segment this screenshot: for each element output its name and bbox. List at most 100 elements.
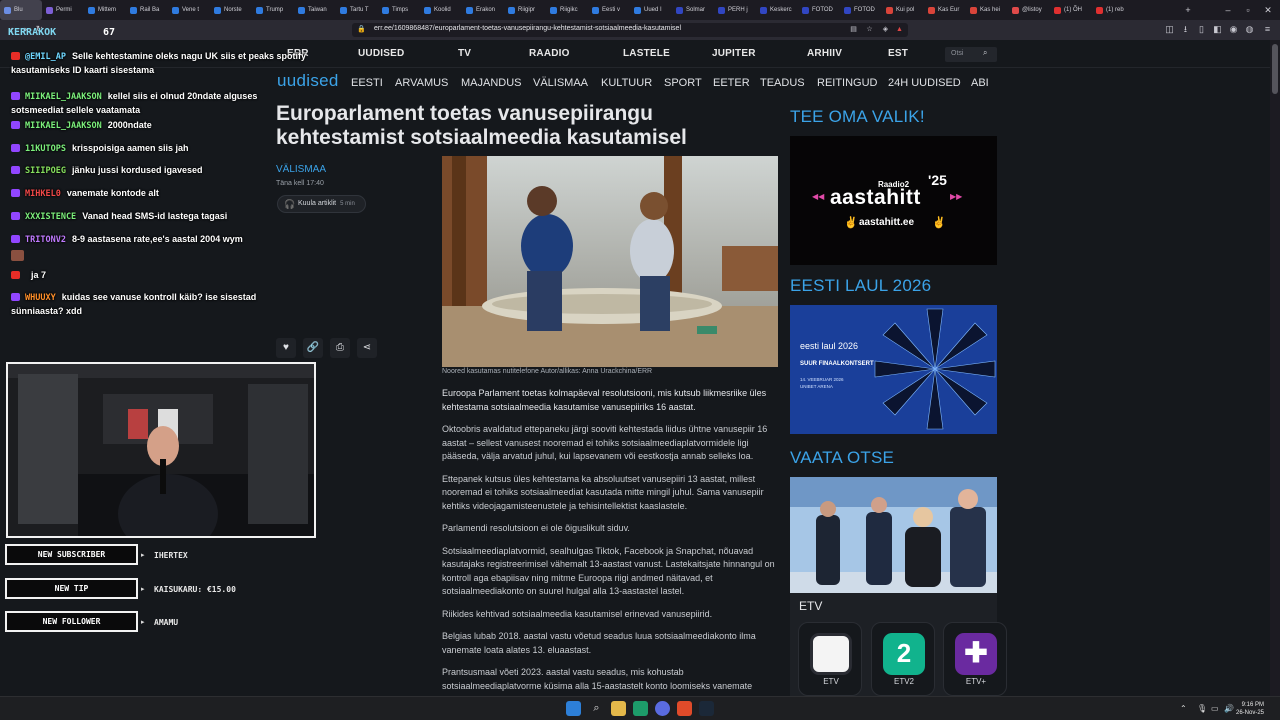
bookmark-star-icon[interactable]: ☆	[864, 24, 875, 35]
pocket-icon[interactable]: ◫	[1164, 24, 1175, 35]
browser-tab[interactable]: (1) reb	[1092, 0, 1134, 20]
browser-tab[interactable]: Uued I	[630, 0, 672, 20]
tray-arrow-icon[interactable]: ⌃	[1180, 704, 1187, 713]
search-icon[interactable]: ⌕	[589, 701, 604, 716]
browser-tab[interactable]: Keskerc	[756, 0, 798, 20]
tab-favicon-icon	[970, 6, 977, 14]
file-explorer-icon[interactable]	[611, 701, 626, 716]
browser-tab[interactable]: FOTOD	[798, 0, 840, 20]
browser-tab[interactable]: Taiwan	[294, 0, 336, 20]
tab-favicon-icon	[844, 6, 851, 14]
nav-arhiiv[interactable]: ARHIIV	[807, 48, 842, 59]
section-eesti[interactable]: EESTI	[351, 77, 383, 89]
minimize-icon[interactable]: –	[1218, 0, 1238, 20]
browser-tab[interactable]: Erakon	[462, 0, 504, 20]
browser-tab[interactable]: Kas Eur	[924, 0, 966, 20]
volume-icon[interactable]: 🔊	[1224, 704, 1234, 713]
etv-plus-logo-icon: ✚	[955, 633, 997, 675]
browser-tab[interactable]: Mittem	[84, 0, 126, 20]
reader-view-icon[interactable]: ▤	[848, 24, 859, 35]
browser-tab[interactable]: Blu	[0, 0, 42, 20]
vpn-icon[interactable]: ◍	[1244, 24, 1255, 35]
browser-tab[interactable]: Kui pol	[882, 0, 924, 20]
arrow-right-icon: ▸	[141, 552, 145, 559]
nav-uudised[interactable]: UUDISED	[358, 48, 404, 59]
system-clock[interactable]: 9:16 PM 26-Nov-25	[1236, 701, 1264, 717]
browser-tab[interactable]: Solmar	[672, 0, 714, 20]
twitch-icon	[11, 293, 20, 301]
browser-tab[interactable]: Koolid	[420, 0, 462, 20]
app-icon[interactable]	[633, 701, 648, 716]
section-valismaa[interactable]: VÄLISMAA	[533, 77, 588, 89]
section-abi[interactable]: ABI	[971, 77, 989, 89]
new-tab-button[interactable]: +	[1178, 0, 1198, 20]
section-majandus[interactable]: MAJANDUS	[461, 77, 522, 89]
section-24h-uudised[interactable]: 24H UUDISED	[888, 77, 961, 89]
search-input[interactable]: Otsi ⌕	[945, 47, 997, 62]
windows-start-icon[interactable]	[566, 701, 581, 716]
browser-tab[interactable]: Rail Ba	[126, 0, 168, 20]
section-reitingud[interactable]: REITINGUD	[817, 77, 878, 89]
discord-icon[interactable]	[655, 701, 670, 716]
eesti-laul-title[interactable]: EESTI LAUL 2026	[790, 276, 931, 296]
section-teadus[interactable]: TEADUS	[760, 77, 805, 89]
download-icon[interactable]: ⭳	[1180, 24, 1191, 35]
aastahitt-banner[interactable]: Raadio2 ◀◀ aastahitt '25 ▶▶ ✌ aastahitt.…	[790, 136, 997, 265]
live-stream-thumbnail[interactable]	[790, 477, 997, 593]
address-bar[interactable]: 🔒 err.ee/1609868487/europarlament-toetas…	[352, 23, 908, 37]
sidebar-icon[interactable]: ▯	[1196, 24, 1207, 35]
search-icon[interactable]: ⌕	[983, 48, 987, 58]
channel-etv2[interactable]: 2 ETV2	[871, 622, 935, 696]
browser-tab[interactable]: Vene t	[168, 0, 210, 20]
section-kultuur[interactable]: KULTUUR	[601, 77, 652, 89]
listen-duration: 5 min	[340, 201, 355, 207]
alert-icon[interactable]: ▲	[894, 24, 905, 35]
browser-tab[interactable]: FOTOD	[840, 0, 882, 20]
chat-username: 11KUTOPS	[25, 144, 66, 154]
extensions-icon[interactable]: ◧	[1212, 24, 1223, 35]
browser-tab[interactable]: @listoy	[1008, 0, 1050, 20]
page-scrollbar[interactable]	[1270, 40, 1280, 696]
tee-oma-valik-title[interactable]: TEE OMA VALIK!	[790, 107, 925, 127]
steam-icon[interactable]	[699, 701, 714, 716]
browser-tab[interactable]: Tartu T	[336, 0, 378, 20]
nav-tv[interactable]: TV	[458, 48, 471, 59]
share-icon[interactable]: ⋖	[357, 338, 377, 358]
browser-tab[interactable]: PERH j	[714, 0, 756, 20]
browser-tab[interactable]: Trump	[252, 0, 294, 20]
microphone-icon[interactable]: 🎙	[1197, 704, 1207, 713]
scrollbar-thumb[interactable]	[1272, 44, 1278, 94]
browser-tab[interactable]: (1) ÕH	[1050, 0, 1092, 20]
channel-etv[interactable]: ETV	[798, 622, 862, 696]
brave-browser-icon[interactable]	[677, 701, 692, 716]
browser-tab[interactable]: Norste	[210, 0, 252, 20]
nav-language[interactable]: EST	[888, 48, 908, 59]
browser-tab[interactable]: Riigipr	[504, 0, 546, 20]
browser-tab[interactable]: Eesti v	[588, 0, 630, 20]
browser-tab[interactable]: Timps	[378, 0, 420, 20]
browser-tab[interactable]: Permi	[42, 0, 84, 20]
account-icon[interactable]: ◉	[1228, 24, 1239, 35]
print-icon[interactable]: ⎙	[330, 338, 350, 358]
tab-favicon-icon	[760, 6, 767, 14]
channel-etv-plus[interactable]: ✚ ETV+	[943, 622, 1007, 696]
section-eeter[interactable]: EETER	[713, 77, 750, 89]
chat-username: SIIIPOEG	[25, 166, 66, 176]
nav-lastele[interactable]: LASTELE	[623, 48, 670, 59]
tab-favicon-icon	[424, 6, 431, 14]
nav-jupiter[interactable]: JUPITER	[712, 48, 756, 59]
maximize-icon[interactable]: ▫	[1238, 0, 1258, 20]
section-arvamus[interactable]: ARVAMUS	[395, 77, 448, 89]
network-icon[interactable]: ▭	[1211, 704, 1219, 713]
browser-tab[interactable]: Kas hei	[966, 0, 1008, 20]
tab-favicon-icon	[88, 6, 95, 14]
vaata-otse-title[interactable]: VAATA OTSE	[790, 448, 894, 468]
browser-tab[interactable]: Riigikc	[546, 0, 588, 20]
tab-favicon-icon	[802, 6, 809, 14]
close-window-icon[interactable]: ✕	[1258, 0, 1278, 20]
menu-icon[interactable]: ≡	[1262, 24, 1273, 35]
eesti-laul-banner[interactable]: eesti laul 2026 SUUR FINAALKONTSERT 14. …	[790, 305, 997, 434]
section-sport[interactable]: SPORT	[664, 77, 702, 89]
shield-icon[interactable]: ◈	[880, 24, 891, 35]
nav-raadio[interactable]: RAADIO	[529, 48, 570, 59]
